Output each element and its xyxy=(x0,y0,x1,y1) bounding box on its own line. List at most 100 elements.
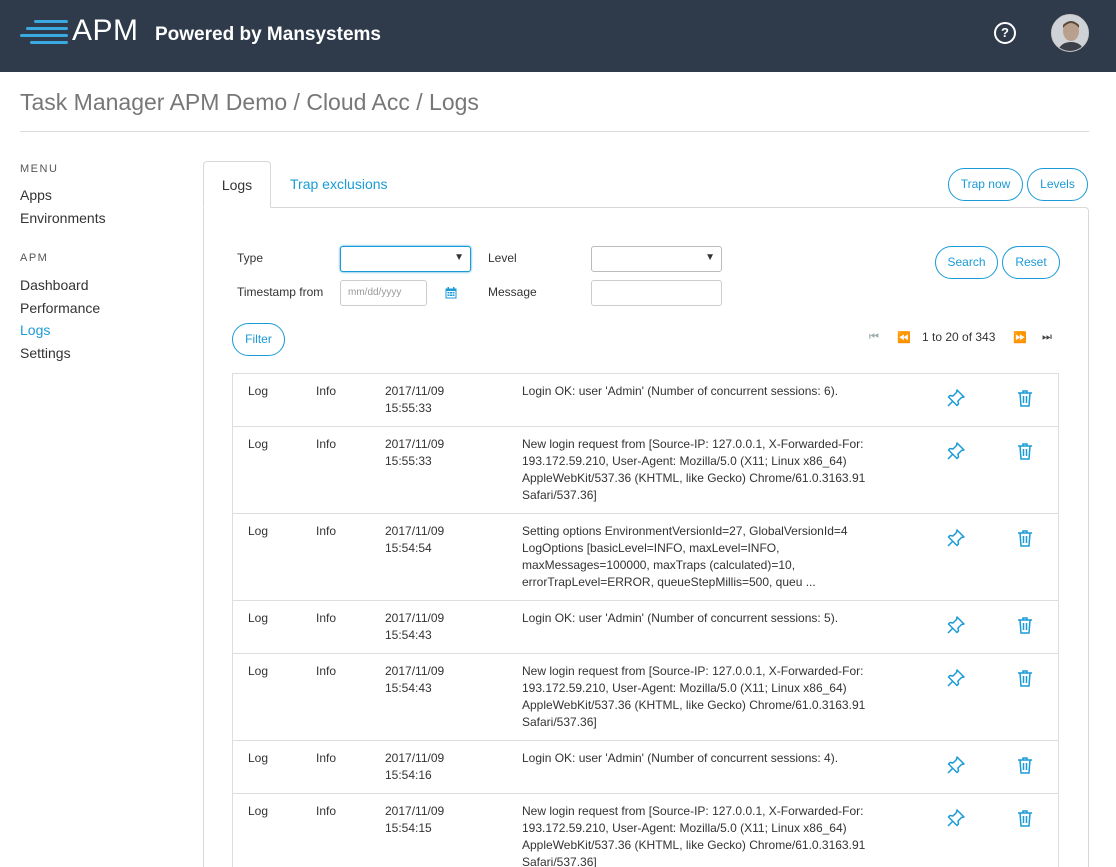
brand-subtitle: Powered by Mansystems xyxy=(155,24,381,45)
log-time: 15:55:33 xyxy=(385,454,432,468)
trash-icon[interactable] xyxy=(1015,528,1035,548)
log-timestamp: 2017/11/09 15:55:33 xyxy=(385,383,475,417)
sidebar-item-apps[interactable]: Apps xyxy=(20,187,52,203)
filter-button[interactable]: Filter xyxy=(232,323,285,356)
pin-icon[interactable] xyxy=(946,808,966,828)
log-date: 2017/11/09 xyxy=(385,751,445,765)
message-label: Message xyxy=(488,285,537,299)
table-row[interactable]: Log Info 2017/11/09 15:55:33 Login OK: user … xyxy=(233,374,1058,427)
first-page-icon[interactable]: ⏮ xyxy=(869,331,879,344)
tab-trap-exclusions[interactable]: Trap exclusions xyxy=(290,161,388,208)
log-date: 2017/11/09 xyxy=(385,664,445,678)
sidebar-item-dashboard[interactable]: Dashboard xyxy=(20,277,89,293)
top-bar: APM Powered by Mansystems ? xyxy=(0,0,1116,72)
search-button[interactable]: Search xyxy=(935,246,998,279)
trash-icon[interactable] xyxy=(1015,808,1035,828)
help-icon[interactable]: ? xyxy=(994,22,1016,44)
log-time: 15:54:16 xyxy=(385,768,432,782)
log-time: 15:54:15 xyxy=(385,821,432,835)
prev-page-icon[interactable]: ⏪ xyxy=(897,331,911,344)
brand-name: APM xyxy=(72,14,139,47)
tab-logs[interactable]: Logs xyxy=(203,161,271,208)
table-row[interactable]: Log Info 2017/11/09 15:55:33 New login reque… xyxy=(233,427,1058,514)
trash-icon[interactable] xyxy=(1015,441,1035,461)
log-timestamp: 2017/11/09 15:54:15 xyxy=(385,803,475,837)
log-timestamp: 2017/11/09 15:54:43 xyxy=(385,610,475,644)
log-type: Log xyxy=(248,611,269,625)
level-label: Level xyxy=(488,251,517,265)
pin-icon[interactable] xyxy=(946,668,966,688)
log-message: Login OK: user 'Admin' (Number of concur… xyxy=(522,384,839,398)
log-type: Log xyxy=(248,524,269,538)
trash-icon[interactable] xyxy=(1015,668,1035,688)
message-input[interactable] xyxy=(591,280,722,306)
table-row[interactable]: Log Info 2017/11/09 15:54:16 Login OK: user … xyxy=(233,741,1058,794)
timestamp-from-input[interactable]: mm/dd/yyyy xyxy=(340,280,427,306)
calendar-icon[interactable] xyxy=(445,286,457,299)
log-message: Login OK: user 'Admin' (Number of concur… xyxy=(522,751,839,765)
apm-logo-icon xyxy=(20,18,70,46)
log-message: New login request from [Source-IP: 127.0… xyxy=(522,664,866,729)
pin-icon[interactable] xyxy=(946,388,966,408)
sidebar-heading-menu: MENU xyxy=(20,163,59,175)
trap-now-button[interactable]: Trap now xyxy=(948,168,1023,201)
level-select[interactable]: ▼ xyxy=(591,246,722,272)
chevron-down-icon: ▼ xyxy=(454,252,464,263)
log-level: Info xyxy=(316,751,337,765)
log-timestamp: 2017/11/09 15:55:33 xyxy=(385,436,475,470)
log-time: 15:54:54 xyxy=(385,541,432,555)
avatar[interactable] xyxy=(1051,14,1089,52)
log-message: Login OK: user 'Admin' (Number of concur… xyxy=(522,611,839,625)
log-date: 2017/11/09 xyxy=(385,524,445,538)
pagination-summary: 1 to 20 of 343 xyxy=(922,330,996,344)
table-row[interactable]: Log Info 2017/11/09 15:54:43 Login OK: user … xyxy=(233,601,1058,654)
log-level: Info xyxy=(316,804,337,818)
timestamp-label: Timestamp from xyxy=(237,285,324,299)
log-timestamp: 2017/11/09 15:54:43 xyxy=(385,663,475,697)
log-type: Log xyxy=(248,384,269,398)
log-time: 15:55:33 xyxy=(385,401,432,415)
log-type: Log xyxy=(248,751,269,765)
trash-icon[interactable] xyxy=(1015,388,1035,408)
pin-icon[interactable] xyxy=(946,441,966,461)
log-level: Info xyxy=(316,664,337,678)
log-type: Log xyxy=(248,804,269,818)
sidebar-heading-apm: APM xyxy=(20,252,49,264)
log-timestamp: 2017/11/09 15:54:54 xyxy=(385,523,475,557)
log-level: Info xyxy=(316,437,337,451)
chevron-down-icon: ▼ xyxy=(705,252,715,263)
reset-button[interactable]: Reset xyxy=(1002,246,1060,279)
log-message: New login request from [Source-IP: 127.0… xyxy=(522,804,866,867)
pin-icon[interactable] xyxy=(946,528,966,548)
log-message: Setting options EnvironmentVersionId=27,… xyxy=(522,524,848,589)
log-date: 2017/11/09 xyxy=(385,437,445,451)
sidebar-item-settings[interactable]: Settings xyxy=(20,345,71,361)
sidebar-item-performance[interactable]: Performance xyxy=(20,300,100,316)
log-message: New login request from [Source-IP: 127.0… xyxy=(522,437,866,502)
log-date: 2017/11/09 xyxy=(385,804,445,818)
log-level: Info xyxy=(316,384,337,398)
log-date: 2017/11/09 xyxy=(385,611,445,625)
page-title: Task Manager APM Demo / Cloud Acc / Logs xyxy=(20,89,479,115)
next-page-icon[interactable]: ⏩ xyxy=(1013,331,1027,344)
log-timestamp: 2017/11/09 15:54:16 xyxy=(385,750,475,784)
type-select[interactable]: ▼ xyxy=(340,246,471,272)
log-level: Info xyxy=(316,524,337,538)
divider xyxy=(20,131,1089,132)
table-row[interactable]: Log Info 2017/11/09 15:54:15 New login reque… xyxy=(233,794,1058,867)
trash-icon[interactable] xyxy=(1015,615,1035,635)
sidebar-item-logs[interactable]: Logs xyxy=(20,322,50,338)
logs-table: Log Info 2017/11/09 15:55:33 Login OK: user … xyxy=(232,373,1059,867)
pin-icon[interactable] xyxy=(946,615,966,635)
last-page-icon[interactable]: ⏭ xyxy=(1042,331,1052,344)
type-label: Type xyxy=(237,251,264,265)
log-type: Log xyxy=(248,437,269,451)
table-row[interactable]: Log Info 2017/11/09 15:54:54 Setting options… xyxy=(233,514,1058,601)
table-row[interactable]: Log Info 2017/11/09 15:54:43 New login reque… xyxy=(233,654,1058,741)
log-type: Log xyxy=(248,664,269,678)
pin-icon[interactable] xyxy=(946,755,966,775)
sidebar-item-environments[interactable]: Environments xyxy=(20,210,106,226)
log-date: 2017/11/09 xyxy=(385,384,445,398)
levels-button[interactable]: Levels xyxy=(1027,168,1088,201)
trash-icon[interactable] xyxy=(1015,755,1035,775)
